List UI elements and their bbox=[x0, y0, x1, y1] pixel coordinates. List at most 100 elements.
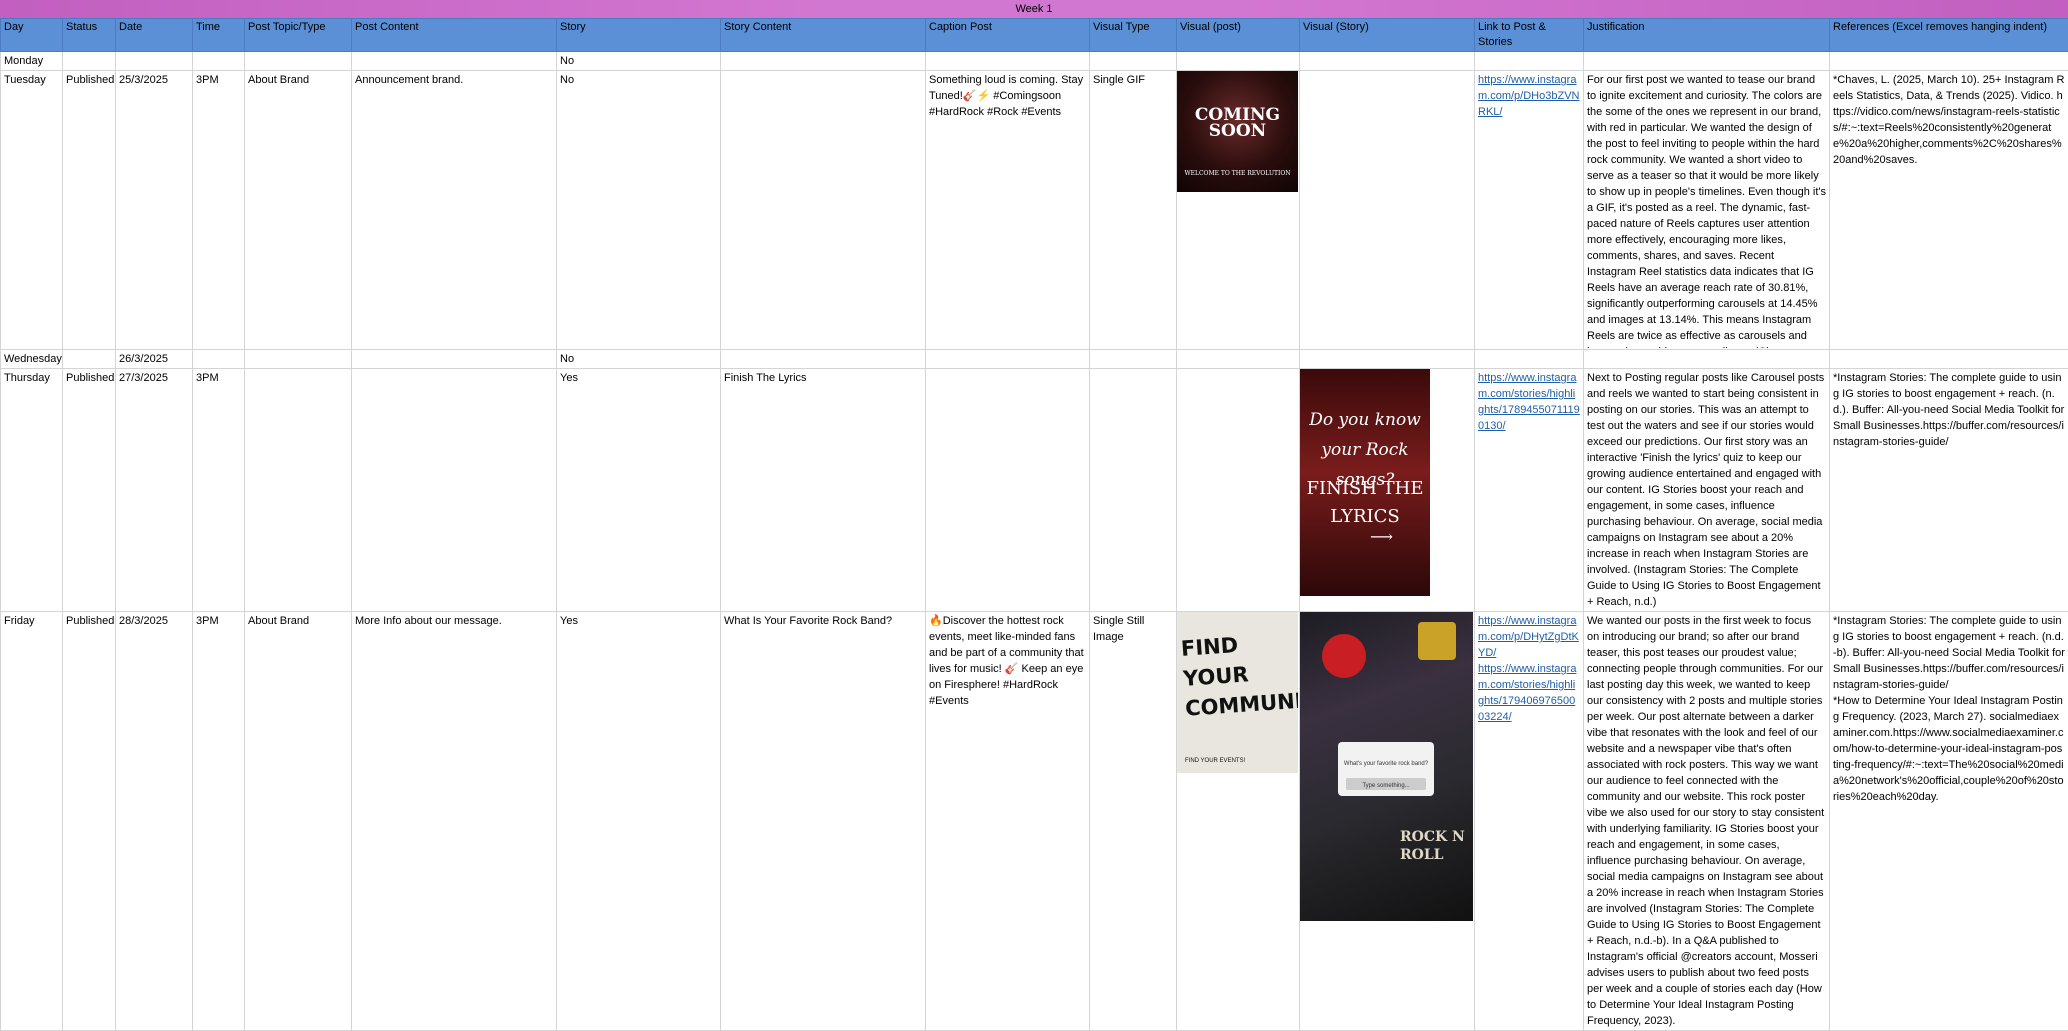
cell-date[interactable]: 27/3/2025 bbox=[116, 369, 193, 612]
header-day[interactable]: Day bbox=[1, 19, 63, 52]
cell-story[interactable]: No bbox=[557, 71, 721, 350]
cell-references[interactable] bbox=[1830, 350, 2068, 369]
cell-justification[interactable]: Next to Posting regular posts like Carou… bbox=[1584, 369, 1830, 612]
cell-justification[interactable] bbox=[1584, 52, 1830, 71]
cell-day[interactable]: Wednesday bbox=[1, 350, 63, 369]
story-link[interactable]: https://www.instagram.com/stories/highli… bbox=[1478, 663, 1576, 723]
header-visual-type[interactable]: Visual Type bbox=[1090, 19, 1177, 52]
references-text: *Instagram Stories: The complete guide t… bbox=[1833, 613, 2065, 805]
cell-content[interactable] bbox=[352, 369, 557, 612]
justification-text: For our first post we wanted to tease ou… bbox=[1587, 72, 1826, 348]
content-calendar-table: Day Status Date Time Post Topic/Type Pos… bbox=[0, 18, 2068, 1031]
cell-content[interactable]: Announcement brand. bbox=[352, 71, 557, 350]
cell-story-content[interactable] bbox=[721, 350, 926, 369]
cell-caption[interactable] bbox=[926, 369, 1090, 612]
badge-icon bbox=[1418, 622, 1456, 660]
cell-visual-post[interactable] bbox=[1177, 52, 1300, 71]
post-link[interactable]: https://www.instagram.com/p/DHo3bZVNRKL/ bbox=[1478, 74, 1579, 118]
header-link[interactable]: Link to Post & Stories bbox=[1475, 19, 1584, 52]
cell-visual-story[interactable]: Do you know your Rock songs? FINISH THE … bbox=[1300, 369, 1475, 612]
header-post-content[interactable]: Post Content bbox=[352, 19, 557, 52]
cell-references[interactable] bbox=[1830, 52, 2068, 71]
references-text: *Instagram Stories: The complete guide t… bbox=[1833, 370, 2065, 450]
cell-link[interactable]: https://www.instagram.com/p/DHo3bZVNRKL/ bbox=[1475, 71, 1584, 350]
header-row: Day Status Date Time Post Topic/Type Pos… bbox=[1, 19, 2068, 52]
cell-time[interactable]: 3PM bbox=[193, 369, 245, 612]
cell-justification[interactable]: For our first post we wanted to tease ou… bbox=[1584, 71, 1830, 350]
header-caption-post[interactable]: Caption Post bbox=[926, 19, 1090, 52]
cell-link[interactable]: https://www.instagram.com/stories/highli… bbox=[1475, 369, 1584, 612]
cell-visual-story[interactable] bbox=[1300, 71, 1475, 350]
rock-band-question-story-image[interactable]: What's your favorite rock band? Type som… bbox=[1300, 612, 1473, 921]
cell-visual-type[interactable]: Single GIF bbox=[1090, 71, 1177, 350]
week-title-bar[interactable]: Week 1 bbox=[0, 0, 2068, 18]
cell-day[interactable]: Tuesday bbox=[1, 71, 63, 350]
cell-visual-type[interactable] bbox=[1090, 369, 1177, 612]
cell-visual-type[interactable] bbox=[1090, 350, 1177, 369]
cell-justification[interactable] bbox=[1584, 350, 1830, 369]
cell-topic[interactable] bbox=[245, 52, 352, 71]
cell-story-content[interactable]: Finish The Lyrics bbox=[721, 369, 926, 612]
cell-time[interactable] bbox=[193, 350, 245, 369]
cell-date[interactable]: 26/3/2025 bbox=[116, 350, 193, 369]
answer-input[interactable]: Type something... bbox=[1346, 778, 1426, 790]
header-visual-story[interactable]: Visual (Story) bbox=[1300, 19, 1475, 52]
cell-story-content[interactable] bbox=[721, 71, 926, 350]
header-date[interactable]: Date bbox=[116, 19, 193, 52]
cell-story[interactable]: Yes bbox=[557, 369, 721, 612]
header-visual-post[interactable]: Visual (post) bbox=[1177, 19, 1300, 52]
week-title: Week 1 bbox=[1015, 3, 1052, 15]
cell-day[interactable]: Monday bbox=[1, 52, 63, 71]
cell-topic[interactable] bbox=[245, 350, 352, 369]
cell-content[interactable] bbox=[352, 52, 557, 71]
cell-link[interactable] bbox=[1475, 52, 1584, 71]
cell-status[interactable]: Published bbox=[63, 71, 116, 350]
row-tuesday: Tuesday Published 25/3/2025 3PM About Br… bbox=[1, 71, 2068, 350]
question-text: What's your favorite rock band? bbox=[1338, 742, 1434, 772]
header-status[interactable]: Status bbox=[63, 19, 116, 52]
header-story[interactable]: Story bbox=[557, 19, 721, 52]
question-sticker[interactable]: What's your favorite rock band? Type som… bbox=[1338, 742, 1434, 796]
cell-topic[interactable]: About Brand bbox=[245, 71, 352, 350]
header-time[interactable]: Time bbox=[193, 19, 245, 52]
coming-soon-gif-image[interactable]: COMING SOON WELCOME TO THE REVOLUTION bbox=[1177, 71, 1298, 192]
cell-day[interactable]: Thursday bbox=[1, 369, 63, 612]
coming-soon-title: COMING SOON bbox=[1181, 107, 1294, 139]
cell-time[interactable]: 3PM bbox=[193, 71, 245, 350]
cell-topic[interactable] bbox=[245, 369, 352, 612]
cell-visual-type[interactable] bbox=[1090, 52, 1177, 71]
cell-caption[interactable] bbox=[926, 52, 1090, 71]
header-post-topic[interactable]: Post Topic/Type bbox=[245, 19, 352, 52]
cell-references[interactable]: *Instagram Stories: The complete guide t… bbox=[1830, 369, 2068, 612]
row-thursday: Thursday Published 27/3/2025 3PM Yes Fin… bbox=[1, 369, 2068, 612]
coming-soon-subtitle: WELCOME TO THE REVOLUTION bbox=[1177, 166, 1298, 182]
header-references[interactable]: References (Excel removes hanging indent… bbox=[1830, 19, 2068, 52]
cell-status[interactable] bbox=[63, 52, 116, 71]
cell-date[interactable]: 25/3/2025 bbox=[116, 71, 193, 350]
cell-caption[interactable]: Something loud is coming. Stay Tuned!🎸⚡ … bbox=[926, 71, 1090, 350]
cell-references[interactable]: *Chaves, L. (2025, March 10). 25+ Instag… bbox=[1830, 71, 2068, 350]
header-justification[interactable]: Justification bbox=[1584, 19, 1830, 52]
cell-status[interactable] bbox=[63, 350, 116, 369]
cell-visual-post[interactable] bbox=[1177, 369, 1300, 612]
find-community-post-image[interactable]: FIND YOUR COMMUNITY FIND YOUR EVENTS! bbox=[1177, 612, 1298, 773]
cell-content[interactable] bbox=[352, 350, 557, 369]
cell-story[interactable]: No bbox=[557, 52, 721, 71]
cell-caption[interactable] bbox=[926, 350, 1090, 369]
cell-time[interactable] bbox=[193, 52, 245, 71]
cell-link[interactable] bbox=[1475, 350, 1584, 369]
cell-status[interactable]: Published bbox=[63, 369, 116, 612]
header-story-content[interactable]: Story Content bbox=[721, 19, 926, 52]
cell-visual-post[interactable]: COMING SOON WELCOME TO THE REVOLUTION bbox=[1177, 71, 1300, 350]
finish-lyrics-story-image[interactable]: Do you know your Rock songs? FINISH THE … bbox=[1300, 369, 1430, 596]
cell-story-content[interactable] bbox=[721, 52, 926, 71]
story-link[interactable]: https://www.instagram.com/stories/highli… bbox=[1478, 372, 1580, 432]
community-subtitle: FIND YOUR EVENTS! bbox=[1185, 753, 1245, 769]
cell-visual-post[interactable] bbox=[1177, 350, 1300, 369]
cell-story[interactable]: No bbox=[557, 350, 721, 369]
cell-date[interactable] bbox=[116, 52, 193, 71]
post-link[interactable]: https://www.instagram.com/p/DHytZgDtKYD/ bbox=[1478, 615, 1579, 659]
cell-visual-story[interactable] bbox=[1300, 350, 1475, 369]
cell-visual-story[interactable] bbox=[1300, 52, 1475, 71]
community-title: FIND YOUR COMMUNITY bbox=[1180, 626, 1297, 724]
